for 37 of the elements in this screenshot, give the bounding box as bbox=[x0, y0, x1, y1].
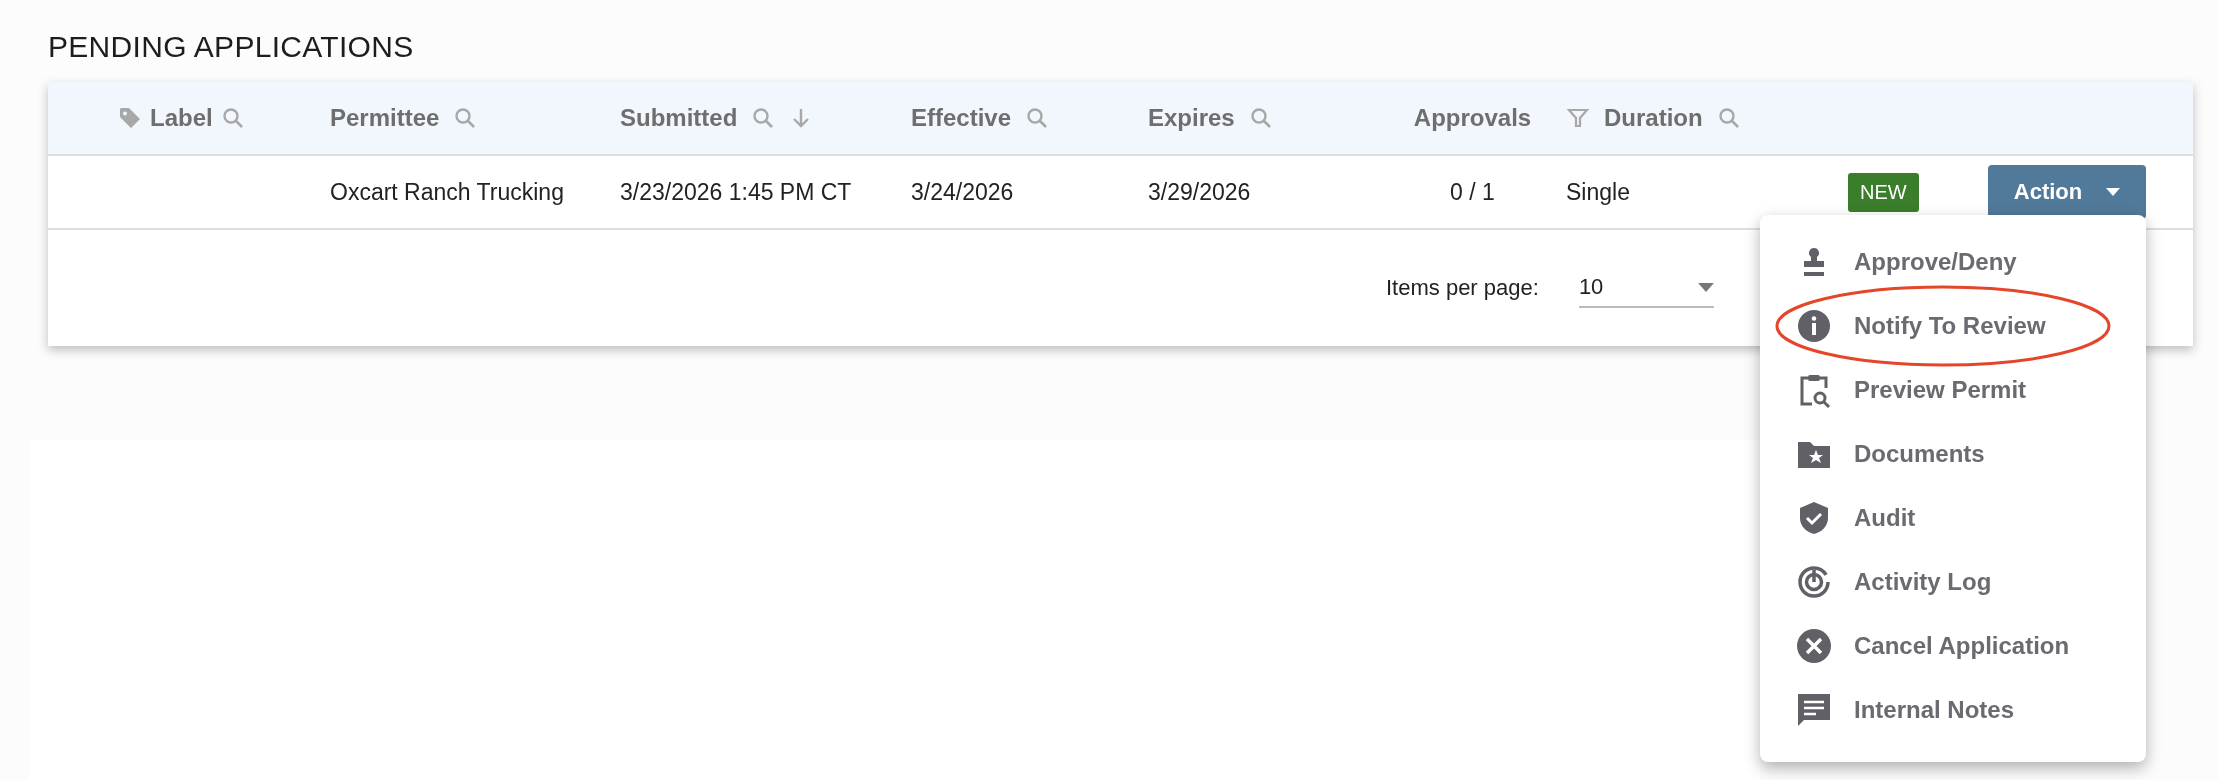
close-circle-icon bbox=[1796, 628, 1832, 664]
note-icon bbox=[1796, 692, 1832, 728]
table-cell-text: Single bbox=[1566, 178, 1631, 206]
radar-icon bbox=[1796, 564, 1832, 600]
status-badge: NEW bbox=[1848, 172, 1919, 212]
items-per-page-label: Items per page: bbox=[1386, 275, 1539, 301]
menu-item[interactable]: Notify To Review bbox=[1760, 294, 2146, 358]
table-cell-text: Oxcart Ranch Trucking bbox=[330, 178, 565, 206]
page-title: PENDING APPLICATIONS bbox=[48, 30, 415, 64]
menu-item[interactable]: Audit bbox=[1760, 486, 2146, 550]
menu-item[interactable]: Preview Permit bbox=[1760, 358, 2146, 422]
table-cell-text: 0 / 1 bbox=[1449, 178, 1496, 206]
column-header[interactable]: Duration bbox=[1604, 104, 1703, 132]
menu-item[interactable]: Internal Notes bbox=[1760, 678, 2146, 742]
table-cell-text: 3/29/2026 bbox=[1148, 178, 1252, 206]
column-header[interactable]: Effective bbox=[911, 104, 1012, 132]
menu-item[interactable]: Approve/Deny bbox=[1760, 230, 2146, 294]
search-icon[interactable] bbox=[220, 106, 245, 130]
menu-item[interactable]: Cancel Application bbox=[1760, 614, 2146, 678]
column-header[interactable]: Approvals bbox=[1413, 104, 1532, 132]
column-header[interactable]: Permittee bbox=[330, 104, 440, 132]
table-cell-text: 3/24/2026 bbox=[911, 178, 1015, 206]
search-icon[interactable] bbox=[1716, 106, 1741, 130]
search-icon[interactable] bbox=[1248, 106, 1273, 130]
caret-icon bbox=[2106, 188, 2121, 196]
column-header[interactable]: Expires bbox=[1148, 104, 1235, 132]
menu-item[interactable]: Activity Log bbox=[1760, 550, 2146, 614]
items-per-page-select[interactable]: 10 bbox=[1578, 268, 1714, 308]
filter-icon[interactable] bbox=[1566, 106, 1590, 130]
table-cell-text: 3/23/2026 1:45 PM CT bbox=[620, 178, 853, 206]
menu-item[interactable]: Documents bbox=[1760, 422, 2146, 486]
info-icon bbox=[1796, 308, 1832, 344]
tag-icon bbox=[118, 106, 142, 130]
caret-icon bbox=[1697, 282, 1714, 292]
column-header[interactable]: Label bbox=[150, 104, 213, 132]
action-button[interactable]: Action bbox=[1988, 165, 2146, 219]
column-header[interactable]: Submitted bbox=[620, 104, 738, 132]
